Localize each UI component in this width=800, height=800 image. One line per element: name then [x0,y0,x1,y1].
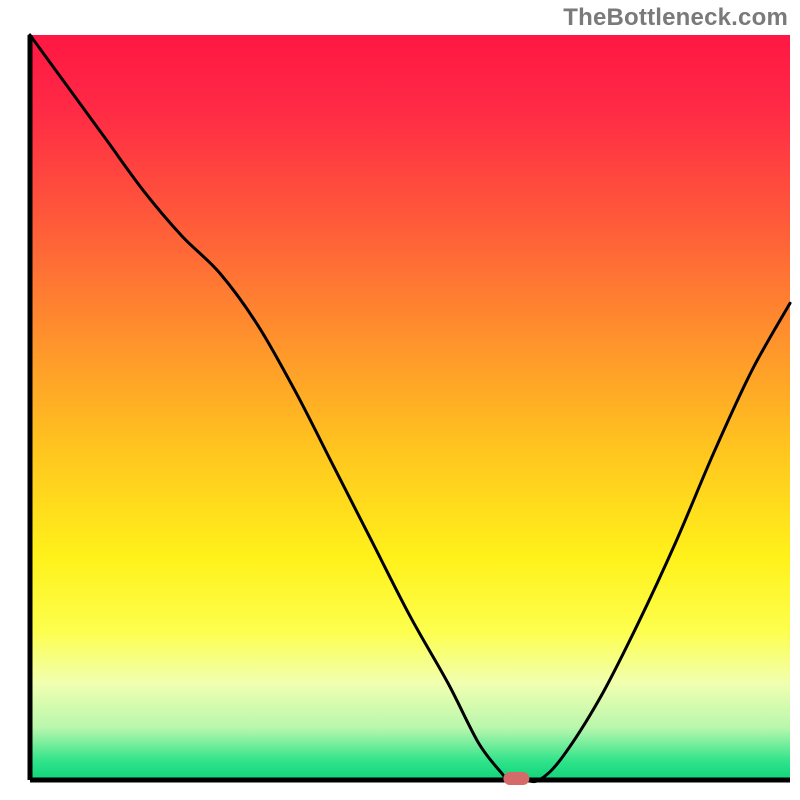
watermark-text: TheBottleneck.com [563,4,788,32]
optimal-marker [503,772,529,785]
plot-background [30,35,790,780]
bottleneck-chart [0,0,800,800]
chart-frame: TheBottleneck.com [0,0,800,800]
